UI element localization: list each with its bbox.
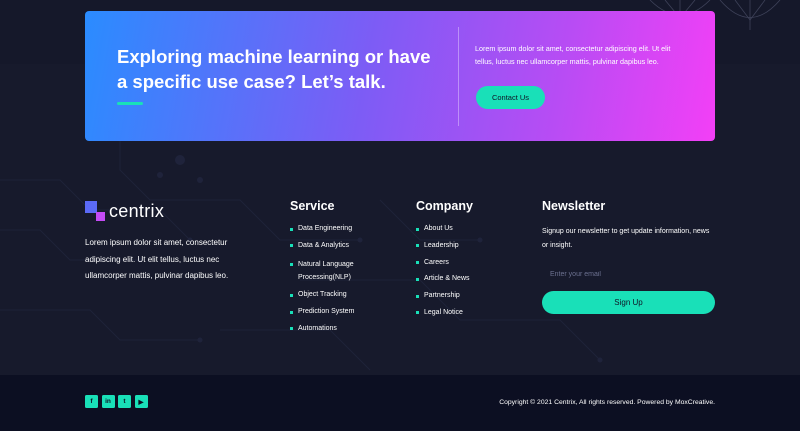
centrix-logo-icon	[85, 201, 105, 221]
service-link-data-analytics[interactable]: Data & Analytics	[290, 241, 400, 251]
brand-description: Lorem ipsum dolor sit amet, consectetur …	[85, 238, 229, 280]
company-link-article-news[interactable]: Article & News	[416, 274, 526, 284]
youtube-icon[interactable]: ▶	[134, 395, 148, 408]
cta-divider	[458, 27, 459, 126]
newsletter-text: Signup our newsletter to get update info…	[542, 228, 710, 249]
newsletter-heading: Newsletter	[542, 199, 606, 213]
brand-name: centrix	[109, 200, 165, 221]
service-link-data-engineering[interactable]: Data Engineering	[290, 224, 400, 234]
newsletter-email-input[interactable]	[542, 265, 715, 283]
footer-bar: f in t ▶ Copyright © 2021 Centrix, All r…	[0, 375, 800, 431]
cta-title: Exploring machine learning or have a spe…	[117, 46, 431, 92]
company-link-about-us[interactable]: About Us	[416, 224, 526, 234]
contact-us-button[interactable]: Contact Us	[476, 86, 545, 109]
service-heading: Service	[290, 199, 335, 213]
company-link-leadership[interactable]: Leadership	[416, 241, 526, 251]
brand-logo[interactable]: centrix	[85, 201, 164, 221]
company-link-careers[interactable]: Careers	[416, 258, 526, 268]
cta-title-underline	[117, 102, 143, 105]
company-link-legal-notice[interactable]: Legal Notice	[416, 308, 526, 318]
service-link-automations[interactable]: Automations	[290, 324, 400, 334]
facebook-icon[interactable]: f	[85, 395, 98, 408]
copyright-text: Copyright © 2021 Centrix, All rights res…	[499, 399, 715, 406]
cta-text: Lorem ipsum dolor sit amet, consectetur …	[475, 44, 671, 66]
linkedin-icon[interactable]: in	[101, 395, 115, 408]
company-heading: Company	[416, 199, 473, 213]
service-link-prediction-system[interactable]: Prediction System	[290, 307, 400, 317]
social-links: f in t ▶	[85, 395, 151, 408]
service-link-object-tracking[interactable]: Object Tracking	[290, 290, 400, 300]
service-list: Data Engineering Data & Analytics Natura…	[290, 224, 400, 341]
company-link-partnership[interactable]: Partnership	[416, 291, 526, 301]
service-link-nlp[interactable]: Natural Language Processing(NLP)	[290, 258, 400, 284]
company-list: About Us Leadership Careers Article & Ne…	[416, 224, 526, 325]
signup-button[interactable]: Sign Up	[542, 291, 715, 314]
cta-banner: Exploring machine learning or have a spe…	[85, 11, 715, 141]
twitter-icon[interactable]: t	[118, 395, 131, 408]
